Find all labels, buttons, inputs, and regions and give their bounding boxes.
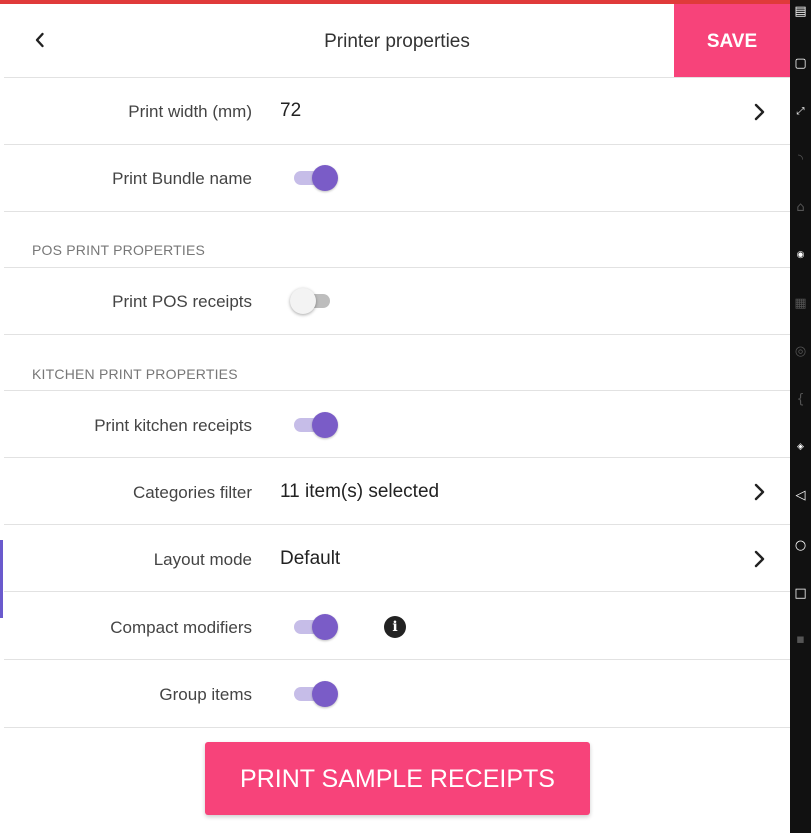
print-width-label: Print width (mm): [128, 102, 252, 121]
layout-mode-value: Default: [280, 548, 341, 569]
toggle-knob: [312, 614, 338, 640]
menu-icon[interactable]: ▪: [793, 632, 808, 647]
fingerprint-icon[interactable]: ◎: [793, 344, 808, 359]
clipboard-icon[interactable]: ▤: [793, 4, 808, 19]
toggle-knob: [312, 412, 338, 438]
gamepad-icon[interactable]: ◈: [793, 440, 808, 455]
group-items-toggle[interactable]: [292, 679, 340, 709]
circle-icon[interactable]: ○: [793, 538, 808, 553]
print-kitchen-receipts-toggle[interactable]: [292, 410, 340, 440]
save-button[interactable]: SAVE: [674, 4, 790, 77]
chevron-right-icon: [754, 483, 765, 501]
rss-icon[interactable]: ◝: [793, 152, 808, 167]
categories-filter-row[interactable]: Categories filter 11 item(s) selected: [4, 458, 790, 525]
print-bundle-name-toggle[interactable]: [292, 163, 340, 193]
print-pos-receipts-row: Print POS receipts: [4, 268, 790, 335]
print-width-value: 72: [280, 100, 302, 121]
printer-properties-panel: Printer properties SAVE Print width (mm)…: [4, 4, 790, 833]
print-kitchen-receipts-row: Print kitchen receipts: [4, 391, 790, 458]
code-icon[interactable]: {: [793, 392, 808, 407]
chevron-right-icon: [754, 550, 765, 568]
print-sample-receipts-button[interactable]: PRINT SAMPLE RECEIPTS: [205, 742, 590, 815]
layout-mode-row[interactable]: Layout mode Default: [4, 525, 790, 592]
group-items-row: Group items: [4, 660, 790, 728]
fullscreen-icon[interactable]: ⤢: [793, 104, 808, 119]
print-bundle-name-label: Print Bundle name: [112, 169, 252, 188]
screen-icon[interactable]: ▢: [793, 56, 808, 71]
toggle-knob: [312, 165, 338, 191]
video-icon[interactable]: ▦: [793, 296, 808, 311]
section-title: KITCHEN PRINT PROPERTIES: [32, 366, 238, 382]
system-toolbar: ▤ ▢ ⤢ ◝ ⌂ ◉ ▦ ◎ { ◈ ◁ ○ □ ▪: [790, 0, 811, 833]
back-icon[interactable]: ◁: [793, 488, 808, 503]
home-icon[interactable]: ⌂: [793, 200, 808, 215]
header: Printer properties SAVE: [4, 4, 790, 78]
page-title: Printer properties: [324, 31, 470, 52]
group-items-label: Group items: [159, 685, 252, 704]
square-icon[interactable]: □: [793, 586, 808, 601]
print-pos-receipts-toggle[interactable]: [290, 286, 340, 316]
compact-modifiers-toggle[interactable]: [292, 612, 340, 642]
gps-icon[interactable]: ◉: [793, 248, 808, 263]
chevron-left-icon: [35, 32, 44, 48]
toggle-knob: [312, 681, 338, 707]
compact-modifiers-label: Compact modifiers: [110, 618, 252, 637]
print-kitchen-receipts-label: Print kitchen receipts: [94, 416, 252, 435]
left-accent-strip: [0, 540, 3, 618]
chevron-right-icon: [754, 103, 765, 121]
back-button[interactable]: [28, 24, 52, 56]
categories-filter-value: 11 item(s) selected: [280, 481, 440, 502]
kitchen-print-properties-section: KITCHEN PRINT PROPERTIES: [4, 335, 790, 391]
compact-modifiers-row: Compact modifiers i: [4, 592, 790, 660]
pos-print-properties-section: POS PRINT PROPERTIES: [4, 212, 790, 268]
section-title: POS PRINT PROPERTIES: [32, 242, 206, 258]
info-icon[interactable]: i: [384, 616, 406, 638]
categories-filter-label: Categories filter: [132, 483, 252, 502]
print-pos-receipts-label: Print POS receipts: [112, 292, 252, 311]
layout-mode-label: Layout mode: [153, 550, 252, 569]
toggle-knob: [290, 288, 316, 314]
print-width-row[interactable]: Print width (mm) 72: [4, 78, 790, 145]
print-bundle-name-row: Print Bundle name: [4, 145, 790, 212]
